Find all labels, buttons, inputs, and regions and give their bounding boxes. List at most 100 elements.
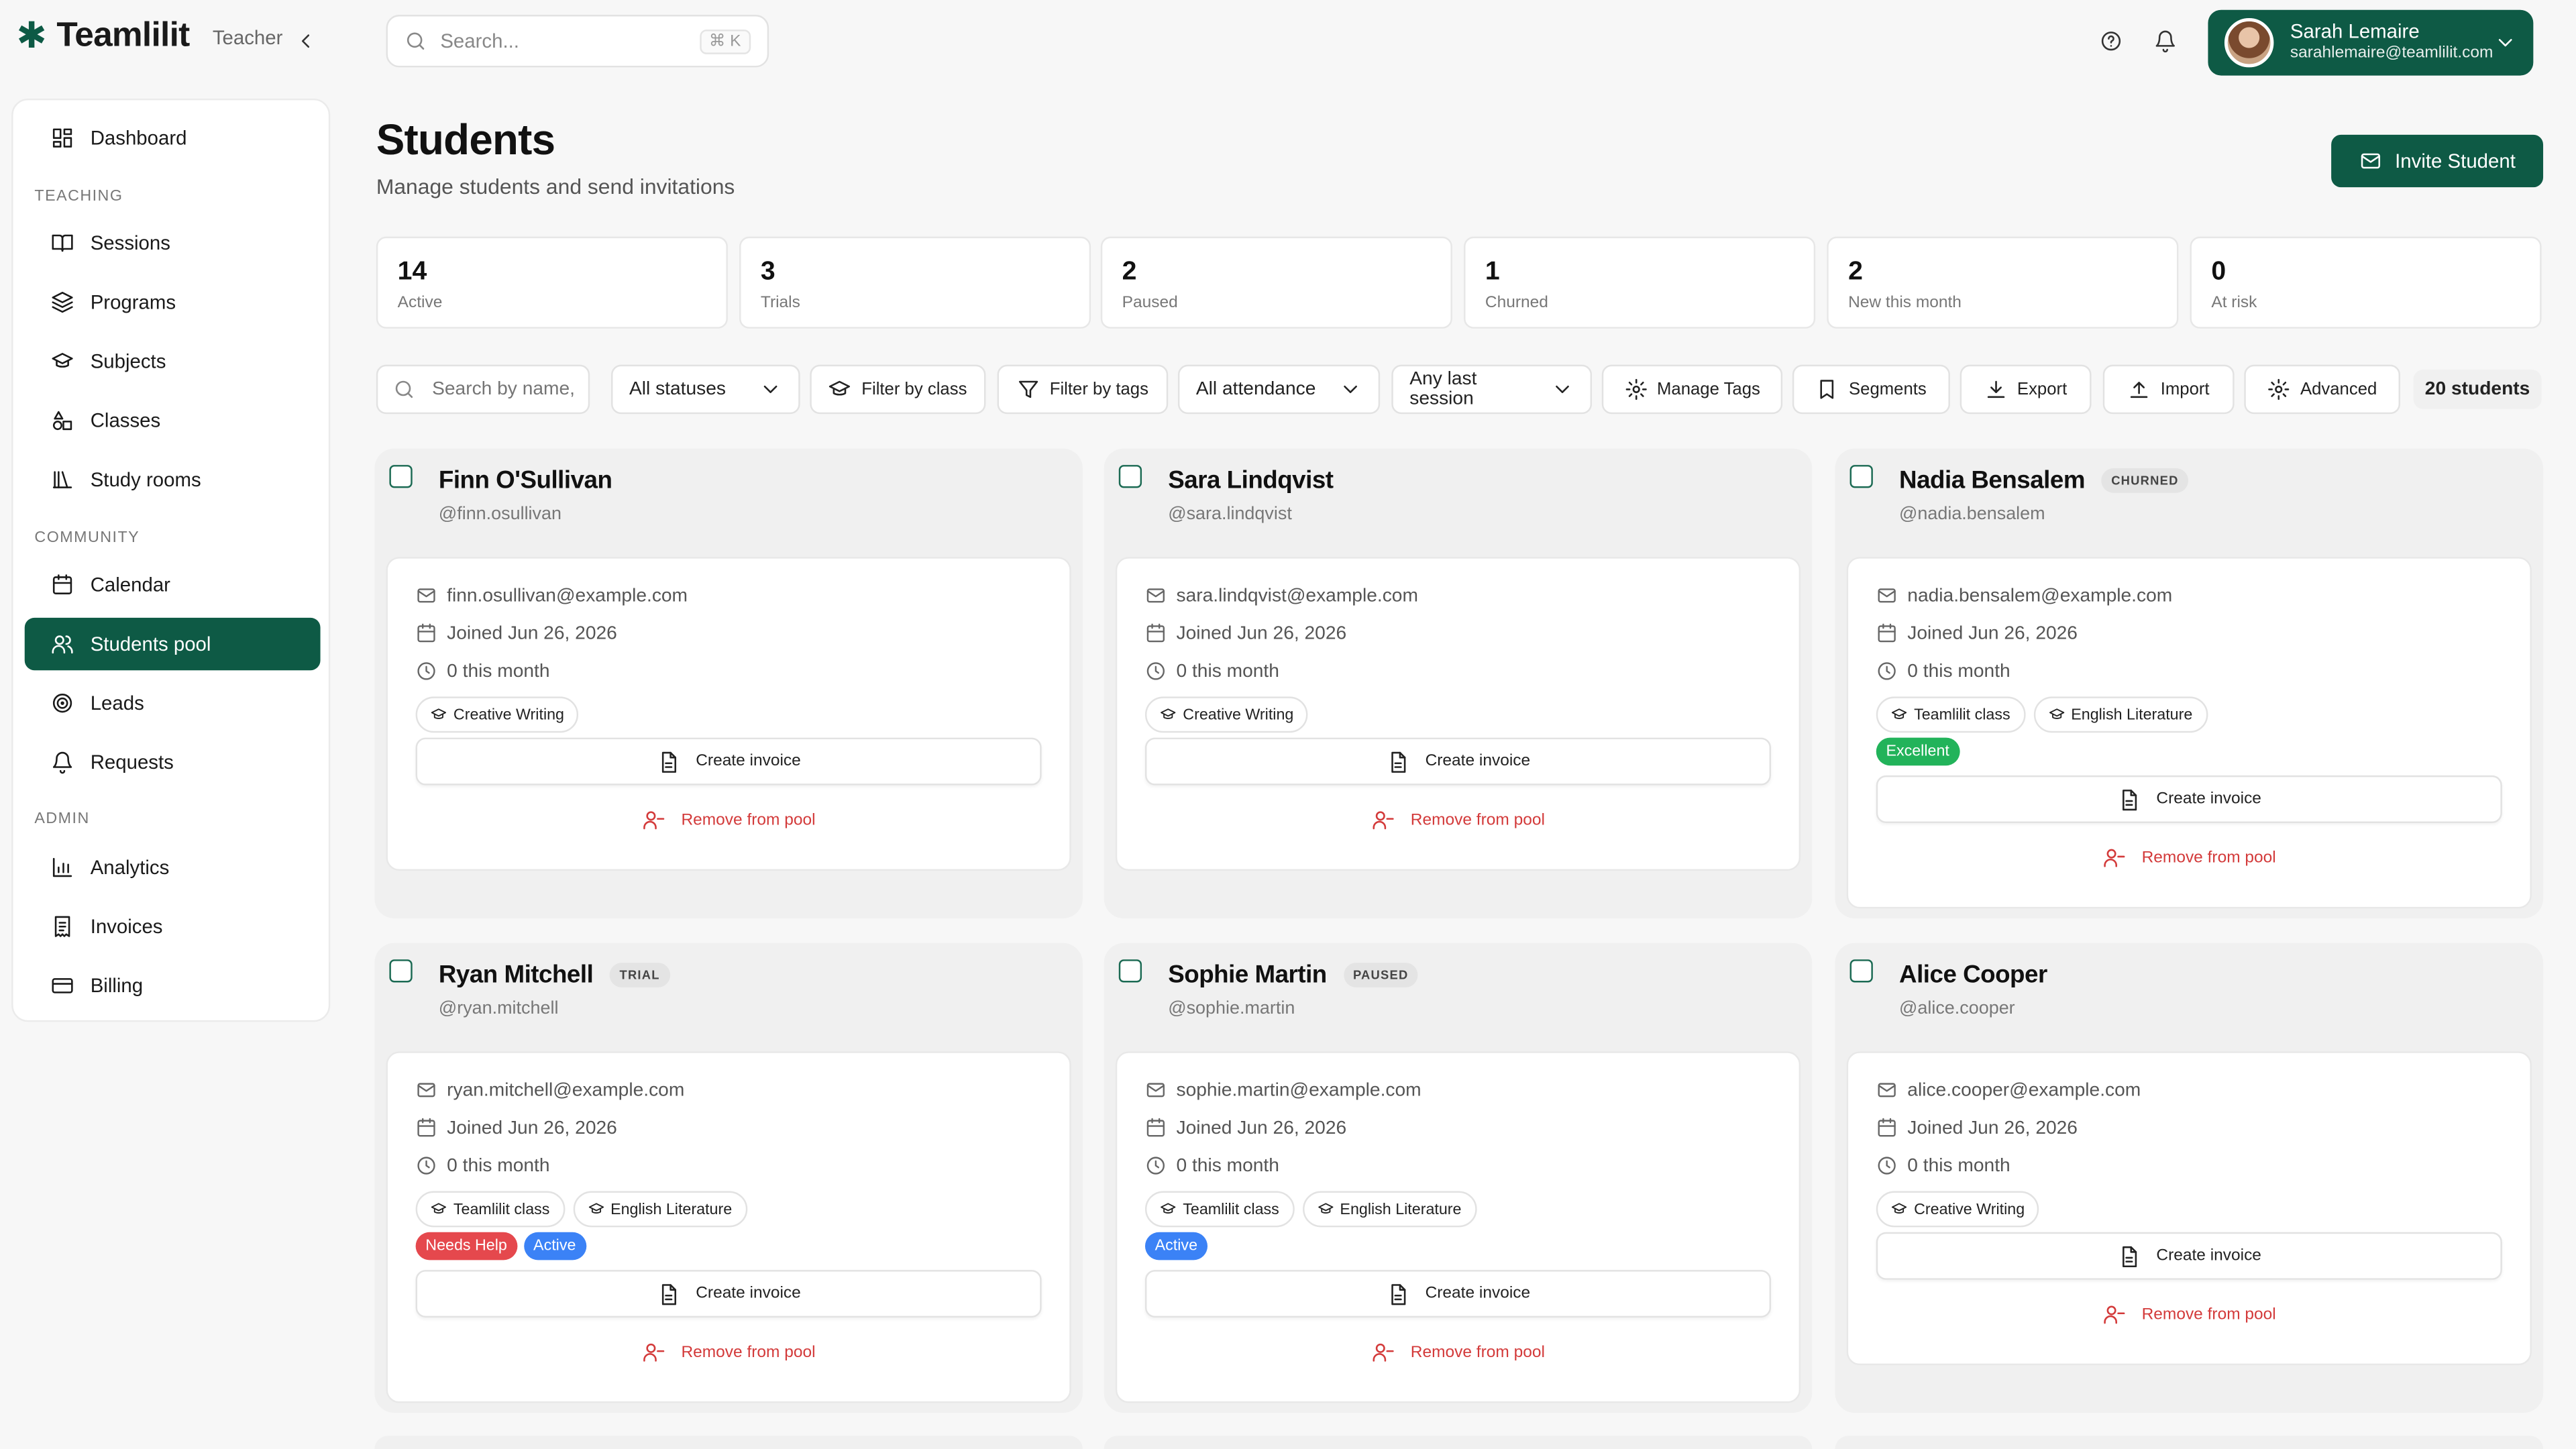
joined-date: Joined Jun 26, 2026 — [1907, 623, 2078, 643]
create-invoice-label: Create invoice — [696, 752, 801, 771]
create-invoice-button[interactable]: Create invoice — [1876, 775, 2502, 823]
joined-date: Joined Jun 26, 2026 — [1176, 1118, 1347, 1138]
select-checkbox[interactable] — [389, 465, 413, 488]
status-select-value: All statuses — [629, 379, 726, 400]
class-chip-label: Creative Writing — [453, 705, 565, 724]
remove-from-pool-label: Remove from pool — [681, 1343, 816, 1361]
advanced-button[interactable]: Advanced — [2244, 364, 2400, 415]
create-invoice-button[interactable]: Create invoice — [415, 737, 1042, 786]
class-chips: Creative Writing — [1144, 696, 1309, 733]
global-search-placeholder: Search... — [440, 30, 519, 53]
collapse-sidebar-button[interactable] — [292, 28, 319, 54]
user-email: sarahlemaire@teamlilit.com — [2290, 44, 2493, 63]
shortcut-hint: ⌘ K — [699, 28, 751, 54]
remove-from-pool-button[interactable]: Remove from pool — [388, 808, 1069, 831]
class-chip-label: English Literature — [610, 1199, 733, 1218]
filter-by-tags-label: Filter by tags — [1049, 379, 1148, 400]
file-icon — [2117, 1244, 2140, 1267]
sidebar-item-students-pool[interactable]: Students pool — [24, 617, 321, 671]
class-chip: English Literature — [2033, 696, 2208, 733]
sidebar-item-programs[interactable]: Programs — [25, 276, 321, 328]
student-details: ryan.mitchell@example.com Joined Jun 26,… — [386, 1051, 1071, 1403]
user-menu[interactable]: Sarah Lemaire sarahlemaire@teamlilit.com — [2208, 9, 2534, 76]
sidebar-item-invoices[interactable]: Invoices — [25, 900, 321, 953]
remove-from-pool-label: Remove from pool — [2141, 1305, 2276, 1324]
attendance-select[interactable]: All attendance — [1177, 364, 1381, 415]
gear-icon — [1624, 378, 1647, 400]
brand[interactable]: ✱ Teamlilit Teacher — [16, 16, 282, 56]
sidebar-item-study-rooms[interactable]: Study rooms — [25, 453, 321, 506]
manage-tags-button[interactable]: Manage Tags — [1601, 364, 1783, 415]
remove-from-pool-button[interactable]: Remove from pool — [388, 1340, 1069, 1363]
sessions-this-month: 0 this month — [1176, 661, 1279, 682]
notifications-button[interactable] — [2152, 28, 2178, 54]
sidebar-item-dashboard[interactable]: Dashboard — [25, 112, 321, 164]
sidebar-item-billing[interactable]: Billing — [25, 959, 321, 1012]
email-row: finn.osullivan@example.com — [416, 585, 688, 606]
export-button[interactable]: Export — [1960, 364, 2092, 415]
student-details: sophie.martin@example.com Joined Jun 26,… — [1115, 1051, 1801, 1403]
sidebar-item-requests[interactable]: Requests — [25, 736, 321, 788]
student-card-partial — [1835, 1436, 2544, 1449]
calendar-icon — [1876, 1117, 1898, 1138]
select-checkbox[interactable] — [1118, 465, 1142, 488]
class-chips: Creative Writing — [415, 696, 580, 733]
sidebar-item-calendar[interactable]: Calendar — [25, 559, 321, 611]
invite-student-button[interactable]: Invite Student — [2331, 134, 2544, 188]
select-checkbox[interactable] — [389, 959, 413, 983]
create-invoice-button[interactable]: Create invoice — [1876, 1232, 2502, 1280]
help-button[interactable] — [2098, 28, 2124, 54]
class-chip: Creative Writing — [1144, 696, 1309, 733]
stat-at-risk: 0 At risk — [2190, 236, 2542, 329]
segments-button[interactable]: Segments — [1792, 364, 1950, 415]
select-checkbox[interactable] — [1849, 959, 1873, 983]
search-icon — [392, 378, 415, 400]
remove-from-pool-button[interactable]: Remove from pool — [1117, 1340, 1799, 1363]
remove-from-pool-button[interactable]: Remove from pool — [1848, 846, 2530, 869]
sidebar-item-subjects[interactable]: Subjects — [25, 335, 321, 388]
graduation-cap-icon — [588, 1201, 604, 1217]
student-details: finn.osullivan@example.com Joined Jun 26… — [386, 557, 1071, 871]
student-email: alice.cooper@example.com — [1907, 1080, 2141, 1100]
student-search-input[interactable] — [429, 378, 584, 401]
sidebar-item-leads[interactable]: Leads — [25, 677, 321, 729]
remove-from-pool-button[interactable]: Remove from pool — [1848, 1303, 2530, 1326]
sidebar-item-label: Programs — [90, 290, 176, 314]
remove-from-pool-button[interactable]: Remove from pool — [1117, 808, 1799, 831]
user-minus-icon — [1371, 808, 1394, 831]
class-chip: Creative Writing — [415, 696, 580, 733]
graduation-cap-icon — [2048, 706, 2064, 722]
stat-label: Trials — [760, 294, 800, 313]
stat-label: Churned — [1485, 294, 1548, 313]
sessions-this-month: 0 this month — [1907, 1155, 2010, 1176]
tag-badge: Active — [1144, 1232, 1208, 1260]
sessions-this-month: 0 this month — [1176, 1155, 1279, 1176]
graduation-cap-icon — [51, 350, 74, 373]
invite-student-label: Invite Student — [2395, 149, 2516, 173]
last-session-select[interactable]: Any last session — [1391, 364, 1593, 415]
sidebar-item-sessions[interactable]: Sessions — [25, 217, 321, 269]
global-search[interactable]: Search... ⌘ K — [386, 15, 769, 68]
create-invoice-button[interactable]: Create invoice — [1144, 1270, 1772, 1318]
sidebar-item-label: Billing — [90, 974, 144, 998]
create-invoice-button[interactable]: Create invoice — [1144, 737, 1772, 786]
user-minus-icon — [1371, 1340, 1394, 1363]
student-search[interactable] — [376, 364, 590, 415]
tag-badges: Excellent — [1876, 737, 1960, 766]
select-checkbox[interactable] — [1118, 959, 1142, 983]
download-icon — [1984, 378, 2007, 400]
status-select[interactable]: All statuses — [611, 364, 800, 415]
status-badge: PAUSED — [1343, 963, 1419, 987]
last-session-select-value: Any last session — [1409, 370, 1477, 409]
sidebar-item-analytics[interactable]: Analytics — [25, 841, 321, 894]
select-checkbox[interactable] — [1849, 465, 1873, 488]
student-details: sara.lindqvist@example.com Joined Jun 26… — [1115, 557, 1801, 871]
create-invoice-button[interactable]: Create invoice — [415, 1270, 1042, 1318]
sessions-this-month: 0 this month — [447, 661, 550, 682]
sidebar-item-classes[interactable]: Classes — [25, 394, 321, 447]
joined-date: Joined Jun 26, 2026 — [1176, 623, 1347, 643]
sessions-row: 0 this month — [416, 1155, 550, 1177]
filter-by-class-button[interactable]: Filter by class — [810, 364, 986, 415]
filter-by-tags-button[interactable]: Filter by tags — [997, 364, 1169, 415]
import-button[interactable]: Import — [2102, 364, 2235, 415]
